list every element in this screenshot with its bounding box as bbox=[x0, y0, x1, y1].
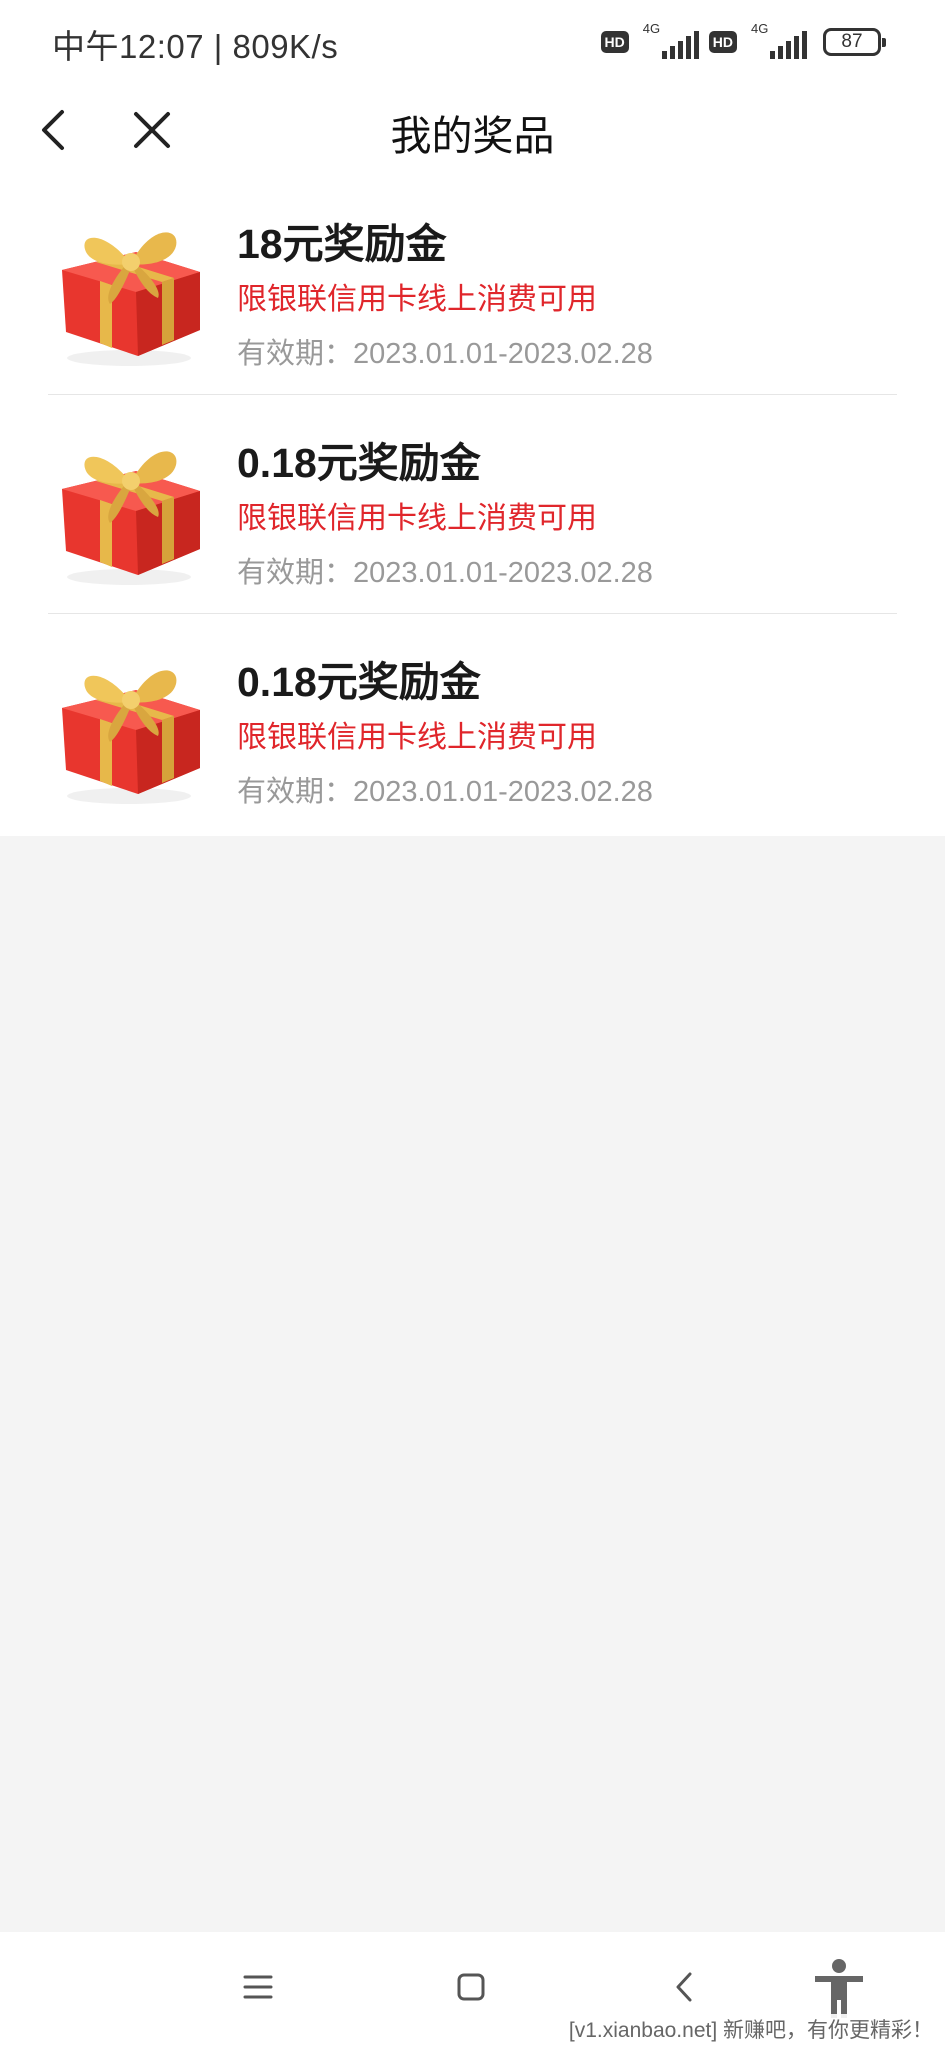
back-chevron-icon bbox=[676, 1972, 692, 2002]
status-icons: HD 4G HD 4G 87 bbox=[600, 21, 886, 60]
prize-item[interactable]: 0.18元奖励金 限银联信用卡线上消费可用 有效期：2023.01.01-202… bbox=[0, 395, 945, 614]
prize-restriction: 限银联信用卡线上消费可用 bbox=[237, 721, 597, 754]
home-button[interactable] bbox=[436, 1952, 506, 2022]
status-time-speed: 中午12:07 | 809K/s bbox=[52, 28, 339, 65]
network-type-2: 4G bbox=[751, 21, 769, 36]
menu-icon bbox=[243, 1975, 273, 1999]
gift-box-icon bbox=[62, 451, 200, 585]
recent-apps-button[interactable] bbox=[223, 1952, 293, 2022]
prize-title: 18元奖励金 bbox=[237, 221, 447, 267]
battery-level: 87 bbox=[841, 31, 863, 52]
signal-icon-1: 4G bbox=[639, 21, 699, 59]
prize-validity: 有效期：2023.01.01-2023.02.28 bbox=[237, 776, 653, 808]
hd-badge-1: HD bbox=[600, 31, 629, 53]
prize-list: 18元奖励金 限银联信用卡线上消费可用 有效期：2023.01.01-2023.… bbox=[0, 176, 945, 836]
gift-box-icon bbox=[62, 232, 200, 366]
prize-validity: 有效期：2023.01.01-2023.02.28 bbox=[237, 338, 653, 370]
status-bar: 中午12:07 | 809K/s HD 4G HD 4G 87 bbox=[0, 0, 945, 84]
accessibility-icon bbox=[815, 1959, 863, 2018]
prize-restriction: 限银联信用卡线上消费可用 bbox=[237, 502, 597, 535]
prize-title: 0.18元奖励金 bbox=[237, 659, 481, 705]
hd-badge-2: HD bbox=[708, 31, 737, 53]
home-square-icon bbox=[457, 1973, 485, 2001]
prize-validity: 有效期：2023.01.01-2023.02.28 bbox=[237, 557, 653, 589]
prize-restriction: 限银联信用卡线上消费可用 bbox=[237, 283, 597, 316]
prize-item[interactable]: 0.18元奖励金 限银联信用卡线上消费可用 有效期：2023.01.01-202… bbox=[0, 614, 945, 833]
prize-item[interactable]: 18元奖励金 限银联信用卡线上消费可用 有效期：2023.01.01-2023.… bbox=[0, 176, 945, 395]
system-back-button[interactable] bbox=[650, 1952, 720, 2022]
gift-box-icon bbox=[62, 670, 200, 804]
prize-title: 0.18元奖励金 bbox=[237, 440, 481, 486]
network-type-1: 4G bbox=[642, 21, 661, 36]
signal-icon-2: 4G bbox=[747, 21, 807, 59]
battery-icon: 87 bbox=[823, 28, 886, 56]
page-header: 我的奖品 bbox=[0, 84, 945, 176]
watermark-text: [v1.xianbao.net] 新赚吧，有你更精彩！ bbox=[566, 2014, 935, 2044]
system-nav-bar: [v1.xianbao.net] 新赚吧，有你更精彩！ bbox=[0, 1932, 945, 2048]
page-title: 我的奖品 bbox=[390, 113, 555, 159]
